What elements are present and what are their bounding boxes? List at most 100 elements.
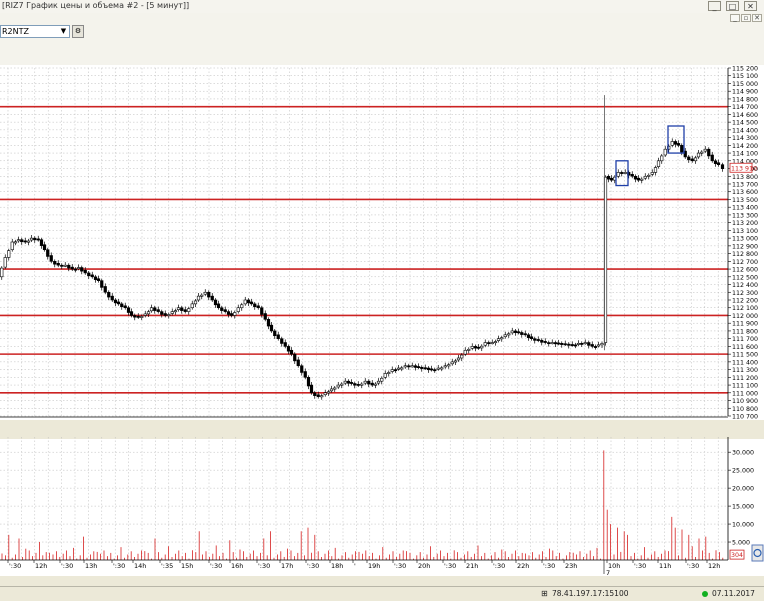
price-tick-label: 113 400 [732,205,758,212]
price-tick-label: 112 500 [732,274,758,281]
candle-body [170,311,174,314]
volume-tick-label: 20.000 [732,486,754,493]
time-tick-label: 19h [368,562,380,570]
candle-body [533,338,537,341]
candle-body [196,295,201,301]
candle-body [670,141,674,146]
candle-body [707,148,711,157]
candle-body [600,343,604,346]
candle-body [90,274,94,278]
candle-body [696,152,701,158]
candle-body [620,172,624,174]
candle-body [216,303,221,309]
candle-body [167,314,171,316]
price-tick-label: 113 100 [732,228,758,235]
candle-body [700,151,704,154]
candle-body [87,272,91,277]
candle-body [76,267,81,270]
candle-body [190,303,194,309]
child-close-button[interactable]: ✕ [752,14,762,22]
candle-body [143,313,147,316]
candle-body [129,311,134,316]
candle-body [313,392,317,396]
candle-body [110,295,114,301]
candle-body [49,255,53,262]
candle-body [436,367,440,370]
time-tick-label: ':30 [113,562,125,570]
candle-body [83,269,87,274]
candle-body [42,244,47,251]
candle-body [200,294,204,297]
gear-icon[interactable]: ⚙ [72,25,84,38]
instrument-select[interactable]: R2NTZ ▼ [0,25,70,38]
candle-body [507,333,511,336]
price-tick-label: 114 100 [732,151,758,158]
candle-body [309,384,314,394]
title-bar: [RIZ7 График цены и объема #2 - [5 минут… [0,0,764,14]
price-tick-label: 114 900 [732,89,758,96]
candle-body [713,160,718,164]
minimize-button[interactable]: _ [708,1,721,11]
candle-body [516,331,521,334]
candle-body [647,174,651,177]
price-volume-chart[interactable]: 110 700110 800110 900111 000111 100111 2… [0,65,764,586]
candle-body [653,167,658,173]
candle-body [229,313,234,316]
candle-body [316,394,320,397]
close-button[interactable]: ✕ [744,1,757,11]
price-tick-label: 114 300 [732,135,758,142]
candle-body [720,164,725,169]
child-restore-button[interactable]: ▫ [741,14,751,22]
candle-body [233,312,237,316]
candle-body [467,348,471,351]
candle-body [660,155,664,162]
candle-body [343,380,347,384]
maximize-button[interactable]: □ [726,1,739,11]
candle-body [543,341,547,343]
candle-body [67,264,71,269]
time-tick-label: 17h [281,562,293,570]
candle-body [156,309,160,312]
candle-body [39,239,44,246]
candle-body [296,359,300,367]
candle-body [93,276,98,280]
price-tick-label: 112 600 [732,267,758,274]
time-tick-label: 18h [331,562,343,570]
time-tick-label: ':30 [9,562,21,570]
price-tick-label: 111 500 [732,352,758,359]
volume-tick-label: 10.000 [732,522,754,529]
candle-body [73,268,78,271]
candle-body [193,300,198,305]
candle-body [393,369,398,372]
candle-body [447,364,451,367]
time-tick-label: ':30 [634,562,646,570]
price-tick-label: 110 700 [732,414,758,421]
candle-body [329,388,334,392]
candle-body [323,392,327,396]
candle-body [547,342,551,345]
candle-body [303,371,307,378]
candle-body [510,330,514,334]
candle-body [240,304,244,309]
network-icon: ⊞ [541,589,548,598]
candle-body [226,311,231,315]
candle-body [663,148,667,156]
candle-body [176,307,181,310]
chevron-down-icon[interactable]: ▼ [59,27,68,36]
price-tick-label: 111 800 [732,328,758,335]
time-tick-label: 21h [466,562,478,570]
candle-body [650,172,654,175]
child-minimize-button[interactable]: _ [730,14,740,22]
candle-body [96,278,101,281]
horizontal-scroll-area[interactable] [0,576,764,586]
candle-body [403,365,407,368]
time-tick-label: 14h [134,562,146,570]
candle-body [676,143,681,146]
candle-body [7,250,11,258]
window-title: [RIZ7 График цены и объема #2 - [5 минут… [2,1,190,10]
candle-body [573,344,578,347]
candle-body [687,156,691,161]
candle-body [453,360,458,363]
scroll-toggle-icon[interactable] [751,544,764,562]
time-tick-label: 16h [231,562,243,570]
